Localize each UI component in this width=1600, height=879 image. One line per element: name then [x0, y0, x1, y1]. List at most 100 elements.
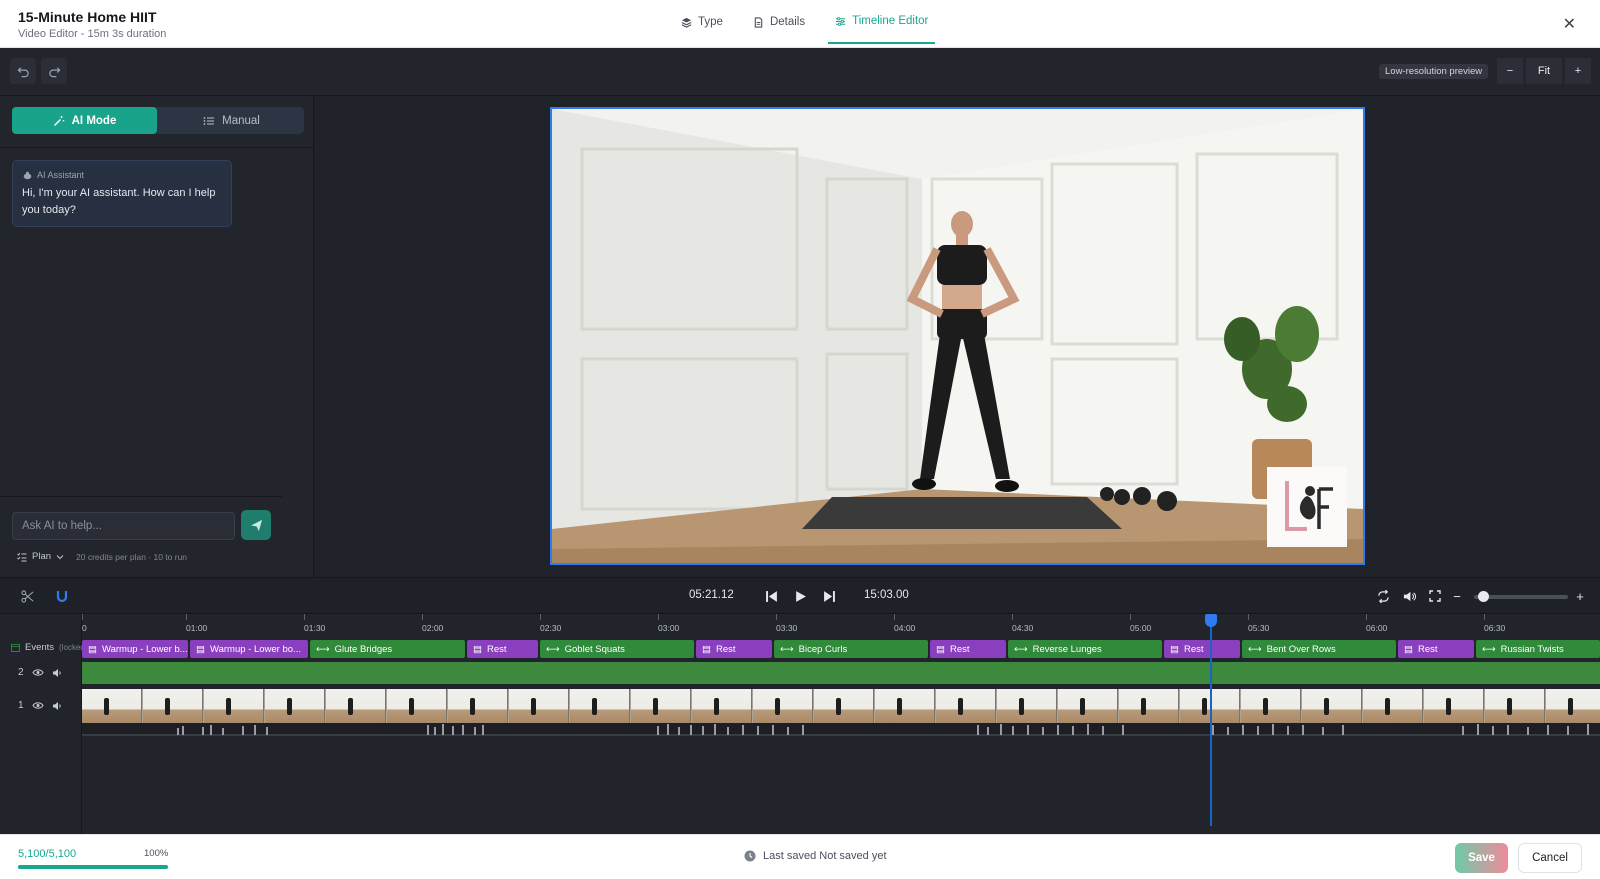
segment-icon: ▤	[1404, 643, 1413, 655]
total-time: 15:03.00	[864, 589, 909, 601]
track-2-header: 2	[18, 667, 62, 678]
event-segment-label: Rest	[949, 643, 970, 655]
tab-timeline-editor[interactable]: Timeline Editor	[828, 0, 936, 44]
timeline-zoom-knob[interactable]	[1478, 591, 1489, 602]
video-thumbnail	[509, 689, 569, 723]
loop-button[interactable]	[1374, 587, 1392, 605]
ruler-tick	[186, 614, 187, 620]
skip-forward-icon	[823, 590, 835, 602]
calendar-icon	[11, 643, 20, 652]
save-button[interactable]: Save	[1455, 843, 1508, 873]
track-1-number: 1	[18, 700, 24, 711]
zoom-out-button[interactable]: −	[1497, 58, 1523, 84]
video-thumbnail	[448, 689, 508, 723]
video-thumbnail	[936, 689, 996, 723]
event-segment[interactable]: ⟷ Goblet Squats	[540, 640, 694, 658]
ai-mode-button[interactable]: AI Mode	[12, 107, 157, 134]
ruler-tick	[1366, 614, 1367, 620]
zoom-fit-button[interactable]: Fit	[1526, 58, 1562, 84]
list-check-icon	[17, 552, 27, 561]
track-2-number: 2	[18, 667, 24, 678]
video-thumbnail	[1058, 689, 1118, 723]
video-preview-area	[315, 96, 1600, 577]
close-icon[interactable]: ✕	[1563, 14, 1576, 34]
scissors-button[interactable]	[18, 587, 36, 605]
ruler-tick	[894, 614, 895, 620]
video-thumbnail	[997, 689, 1057, 723]
event-segment[interactable]: ▤ Rest	[696, 640, 772, 658]
playhead-handle[interactable]	[1205, 614, 1217, 627]
timeline-zoom-in-button[interactable]: +	[1571, 587, 1589, 605]
input-divider	[0, 496, 282, 497]
undo-button[interactable]	[10, 58, 36, 84]
editor-tabs: Type Details Timeline Editor	[666, 0, 943, 48]
event-segment[interactable]: ⟷ Glute Bridges	[310, 640, 465, 658]
event-segment[interactable]: ▤ Rest	[467, 640, 538, 658]
video-thumbnail	[1241, 689, 1301, 723]
eye-icon[interactable]	[31, 701, 44, 710]
assistant-message: AI Assistant Hi, I'm your AI assistant. …	[12, 160, 232, 227]
event-segment[interactable]: ⟷ Bicep Curls	[774, 640, 928, 658]
ai-panel: AI Mode Manual AI Assistant Hi, I'm your…	[0, 96, 314, 577]
ruler-label: 02:30	[540, 623, 562, 633]
snap-magnet-button[interactable]	[53, 587, 71, 605]
bot-icon	[23, 171, 32, 179]
magnet-icon	[56, 590, 68, 602]
event-segment[interactable]: ⟷ Russian Twists	[1476, 640, 1600, 658]
eye-icon[interactable]	[31, 668, 44, 677]
skip-back-icon	[765, 590, 777, 602]
tab-details-label: Details	[769, 16, 806, 28]
cancel-button[interactable]: Cancel	[1518, 843, 1582, 873]
ruler-tick	[1248, 614, 1249, 620]
ruler-tick	[1012, 614, 1013, 620]
ask-ai-input[interactable]	[12, 512, 235, 540]
manual-mode-button[interactable]: Manual	[159, 107, 304, 134]
redo-button[interactable]	[41, 58, 67, 84]
event-segment[interactable]: ▤ Warmup - Lower b...	[82, 640, 188, 658]
track-2-clip[interactable]	[82, 662, 1600, 684]
event-segment[interactable]: ▤ Rest	[1398, 640, 1474, 658]
send-button[interactable]	[241, 510, 271, 540]
tab-details[interactable]: Details	[746, 0, 812, 44]
plan-dropdown[interactable]: Plan	[17, 551, 64, 562]
plan-label: Plan	[32, 551, 52, 562]
speaker-icon[interactable]	[52, 668, 62, 678]
track-1-header: 1	[18, 700, 62, 711]
ruler-label: 01:00	[186, 623, 208, 633]
volume-button[interactable]	[1400, 587, 1418, 605]
tab-type[interactable]: Type	[674, 0, 730, 44]
event-segment[interactable]: ▤ Rest	[1164, 640, 1240, 658]
video-thumbnail	[1302, 689, 1362, 723]
timeline-zoom-out-button[interactable]: −	[1448, 587, 1466, 605]
skip-forward-button[interactable]	[820, 587, 838, 605]
event-segment-label: Rest	[715, 643, 736, 655]
ruler-tick	[82, 614, 83, 620]
exercise-icon: ⟷	[1014, 643, 1028, 655]
fullscreen-button[interactable]	[1426, 587, 1444, 605]
magic-wand-icon	[53, 115, 64, 126]
event-segment[interactable]: ⟷ Reverse Lunges	[1008, 640, 1162, 658]
event-segment[interactable]: ▤ Rest	[930, 640, 1006, 658]
time-ruler[interactable]: 0 01:00 01:30 02:00 02:30 03:00 03:30 04…	[82, 614, 1600, 638]
event-segment[interactable]: ▤ Warmup - Lower bo...	[190, 640, 308, 658]
video-thumbnail	[1546, 689, 1600, 723]
event-segment-label: Rest	[1417, 643, 1438, 655]
audio-waveform	[82, 723, 1600, 736]
skip-back-button[interactable]	[762, 587, 780, 605]
video-thumbnail	[326, 689, 386, 723]
zoom-in-button[interactable]: +	[1565, 58, 1591, 84]
video-frame[interactable]	[550, 107, 1365, 565]
event-segment[interactable]: ⟷ Bent Over Rows	[1242, 640, 1396, 658]
ruler-label: 06:30	[1484, 623, 1506, 633]
clock-icon	[744, 850, 756, 862]
play-button[interactable]	[791, 587, 809, 605]
track-1-video-clip[interactable]	[82, 689, 1600, 723]
video-thumbnail	[631, 689, 691, 723]
video-thumbnail	[265, 689, 325, 723]
speaker-icon[interactable]	[52, 701, 62, 711]
credits-count: 5,100/5,100	[18, 848, 77, 860]
scissors-icon	[20, 589, 33, 603]
page-subtitle: Video Editor - 15m 3s duration	[18, 28, 167, 40]
ruler-tick	[422, 614, 423, 620]
event-segment-label: Bicep Curls	[798, 643, 848, 655]
